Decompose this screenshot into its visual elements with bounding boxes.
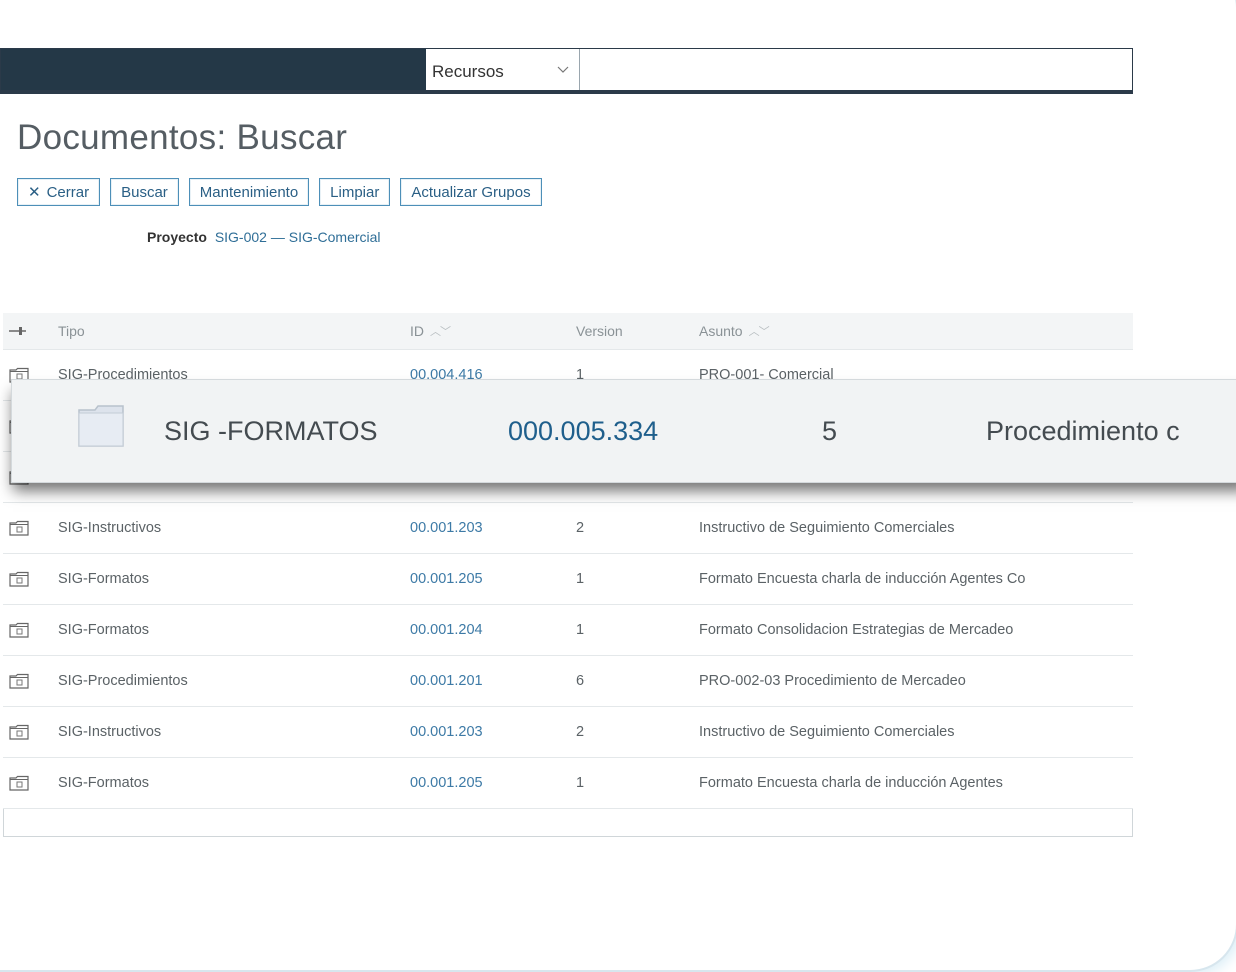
search-button[interactable]: Buscar bbox=[110, 178, 179, 206]
update-groups-button-label: Actualizar Grupos bbox=[411, 183, 531, 201]
column-header-version-label: Version bbox=[576, 323, 623, 339]
table-row[interactable]: SIG-Instructivos 00.001.203 2 Instructiv… bbox=[3, 503, 1133, 554]
row-id-link[interactable]: 00.001.201 bbox=[410, 656, 560, 706]
table-row[interactable]: SIG-Procedimientos 00.001.201 6 PRO-002-… bbox=[3, 656, 1133, 707]
row-asunto: Instructivo de Seguimiento Comerciales bbox=[699, 520, 955, 536]
clear-button[interactable]: Limpiar bbox=[319, 178, 391, 206]
table-footer bbox=[3, 809, 1133, 837]
project-info: Proyecto SIG-002 — SIG-Comercial bbox=[147, 229, 381, 245]
chevron-down-icon bbox=[557, 66, 569, 73]
dragged-row-asunto: Procedimiento c bbox=[986, 415, 1180, 446]
close-button-label: Cerrar bbox=[46, 183, 90, 201]
update-groups-button[interactable]: Actualizar Grupos bbox=[400, 178, 542, 206]
row-asunto: Instructivo de Seguimiento Comerciales bbox=[699, 724, 955, 740]
row-version: 6 bbox=[576, 673, 585, 689]
row-asunto: Formato Encuesta charla de inducción Age… bbox=[699, 571, 1026, 587]
module-select[interactable]: Recursos bbox=[426, 49, 580, 93]
folder-icon bbox=[9, 775, 29, 791]
row-tipo: SIG-Instructivos bbox=[58, 724, 162, 740]
dragged-row-id[interactable]: 000.005.334 bbox=[508, 380, 658, 482]
close-button[interactable]: ✕ Cerrar bbox=[17, 178, 101, 206]
close-icon: ✕ bbox=[28, 184, 41, 201]
row-tipo: SIG-Procedimientos bbox=[58, 673, 188, 689]
row-id-link[interactable]: 00.001.205 bbox=[410, 758, 560, 808]
row-version: 2 bbox=[576, 520, 585, 536]
nav-underline bbox=[1, 90, 1132, 93]
row-id-link[interactable]: 00.001.203 bbox=[410, 503, 560, 553]
pin-column-header[interactable] bbox=[9, 313, 33, 349]
table-row[interactable]: SIG-Formatos 00.001.204 1 Formato Consol… bbox=[3, 605, 1133, 656]
row-icon-cell bbox=[9, 503, 33, 553]
row-icon-cell bbox=[9, 656, 33, 706]
clear-button-label: Limpiar bbox=[330, 183, 380, 201]
row-icon-cell bbox=[9, 554, 33, 604]
folder-icon bbox=[9, 622, 29, 638]
row-version: 1 bbox=[576, 622, 585, 638]
column-header-asunto[interactable]: Asunto ︿﹀ bbox=[699, 313, 1133, 349]
folder-icon bbox=[9, 673, 29, 689]
dragged-row-tipo: SIG -FORMATOS bbox=[164, 415, 378, 446]
row-tipo: SIG-Instructivos bbox=[58, 520, 162, 536]
maintenance-button[interactable]: Mantenimiento bbox=[188, 178, 310, 206]
row-id-link[interactable]: 00.001.205 bbox=[410, 554, 560, 604]
project-link[interactable]: SIG-002 — SIG-Comercial bbox=[215, 229, 381, 245]
sort-arrows-icon[interactable]: ︿﹀ bbox=[430, 323, 451, 339]
folder-icon bbox=[9, 724, 29, 740]
table-row[interactable]: SIG-Formatos 00.001.205 1 Formato Encues… bbox=[3, 554, 1133, 605]
column-header-asunto-label: Asunto bbox=[699, 323, 743, 339]
sort-arrows-icon[interactable]: ︿﹀ bbox=[749, 323, 770, 339]
table-row[interactable]: SIG-Formatos 00.001.205 1 Formato Encues… bbox=[3, 758, 1133, 809]
column-header-id[interactable]: ID ︿﹀ bbox=[410, 313, 560, 349]
folder-icon bbox=[78, 405, 124, 447]
row-tipo: SIG-Formatos bbox=[58, 622, 150, 638]
row-icon-cell bbox=[9, 605, 33, 655]
nav-dark-area bbox=[1, 49, 426, 93]
row-version: 1 bbox=[576, 571, 585, 587]
folder-icon bbox=[9, 571, 29, 587]
row-icon-cell bbox=[9, 707, 33, 757]
module-select-value: Recursos bbox=[432, 62, 504, 81]
search-button-label: Buscar bbox=[121, 183, 168, 201]
row-icon-cell bbox=[9, 758, 33, 808]
row-asunto: Formato Encuesta charla de inducción Age… bbox=[699, 775, 1003, 791]
column-header-version[interactable]: Version bbox=[576, 313, 676, 349]
project-label: Proyecto bbox=[147, 229, 207, 245]
table-header: Tipo ID ︿﹀ Version Asunto ︿﹀ bbox=[3, 313, 1133, 350]
dragged-row-version: 5 bbox=[822, 415, 838, 446]
table-row[interactable]: SIG-Instructivos 00.001.203 2 Instructiv… bbox=[3, 707, 1133, 758]
row-version: 1 bbox=[576, 775, 585, 791]
column-header-tipo[interactable]: Tipo bbox=[58, 313, 388, 349]
page-title: Documentos: Buscar bbox=[17, 118, 348, 157]
row-tipo: SIG-Formatos bbox=[58, 775, 150, 791]
row-id-link[interactable]: 00.001.203 bbox=[410, 707, 560, 757]
column-header-tipo-label: Tipo bbox=[58, 323, 85, 339]
row-tipo: SIG-Formatos bbox=[58, 571, 150, 587]
toolbar: ✕ Cerrar Buscar Mantenimiento Limpiar Ac… bbox=[17, 178, 542, 206]
folder-icon bbox=[9, 520, 29, 536]
row-id-link[interactable]: 00.001.204 bbox=[410, 605, 560, 655]
dragged-row[interactable]: SIG -FORMATOS 000.005.334 5 Procedimient… bbox=[11, 379, 1236, 483]
column-header-id-label: ID bbox=[410, 323, 424, 339]
top-navigation-bar: Recursos bbox=[0, 48, 1133, 94]
pin-icon bbox=[9, 327, 26, 335]
row-asunto: Formato Consolidacion Estrategias de Mer… bbox=[699, 622, 1014, 638]
row-version: 2 bbox=[576, 724, 585, 740]
maintenance-button-label: Mantenimiento bbox=[199, 183, 299, 201]
row-asunto: PRO-002-03 Procedimiento de Mercadeo bbox=[699, 673, 966, 689]
